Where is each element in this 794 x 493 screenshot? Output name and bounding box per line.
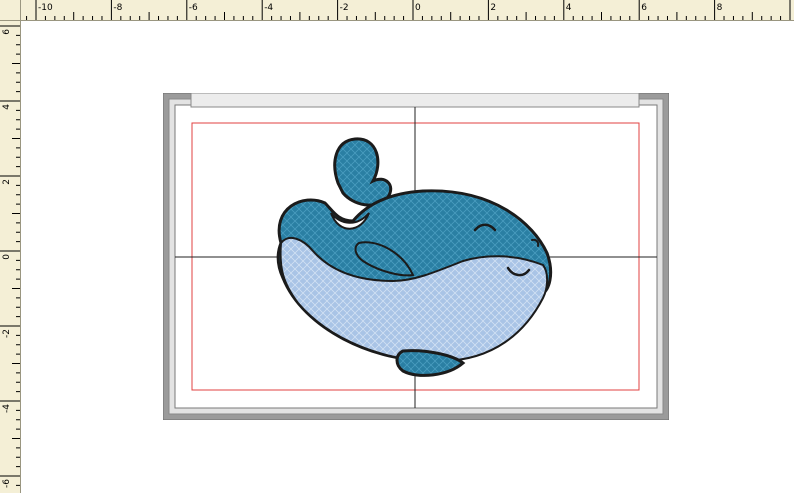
vertical-ruler-scale: 6 4 2 0 -2 -4 -6 [0,25,20,488]
ruler-top-label: -4 [264,3,273,13]
ruler-top-label: 8 [717,3,723,13]
ruler-left-label: 4 [2,104,12,110]
horizontal-ruler-scale: -10 -8 -6 -4 -2 0 2 4 6 8 [26,0,791,20]
hoop-clip [190,93,640,108]
design-canvas[interactable] [21,21,794,493]
ruler-left-label: -4 [2,404,12,413]
ruler-top-label: -10 [38,3,53,13]
ruler-top-label: -2 [340,3,349,13]
ruler-top-label: -8 [113,3,122,13]
ruler-left-label: 2 [2,179,12,185]
ruler-top-label: -6 [189,3,198,13]
vertical-ruler[interactable]: 6 4 2 0 -2 -4 -6 [0,21,21,493]
ruler-left-label: 6 [2,29,12,35]
ruler-top-label: 2 [490,3,496,13]
ruler-corner [0,0,21,21]
ruler-left-label: -2 [2,329,12,338]
ruler-top-label: 6 [641,3,647,13]
ruler-top-label: 4 [566,3,572,13]
horizontal-ruler[interactable]: -10 -8 -6 -4 -2 0 2 4 6 8 [21,0,794,21]
embroidery-hoop [163,93,669,420]
ruler-top-label: 0 [415,3,421,13]
ruler-left-label: 0 [2,254,12,260]
ruler-left-label: -6 [2,479,12,488]
